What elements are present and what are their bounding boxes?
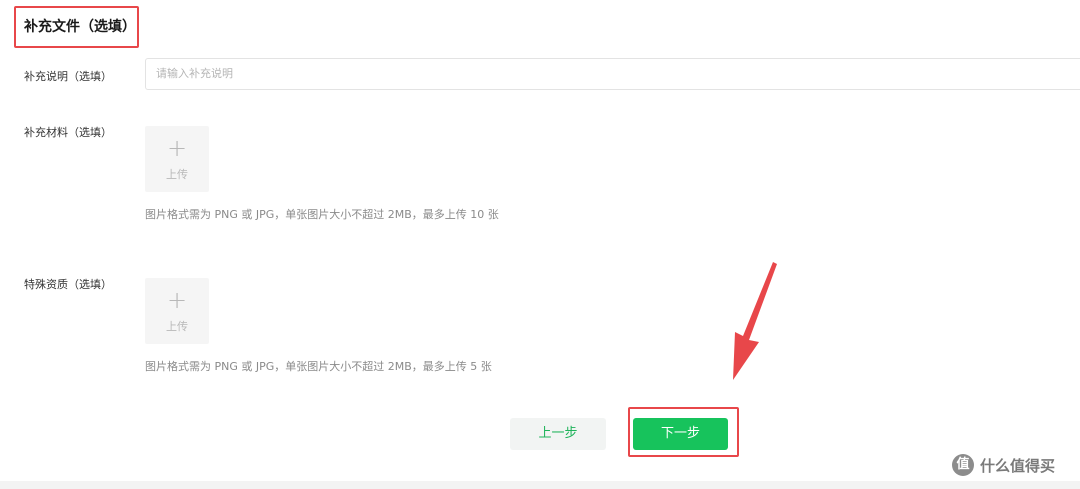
watermark-text: 什么值得买 [980,456,1056,475]
materials-label: 补充材料（选填） [24,126,112,139]
next-step-button[interactable]: 下一步 [633,418,728,450]
plus-icon: + [166,286,188,314]
plus-icon: + [166,134,188,162]
section-title: 补充文件（选填） [24,19,136,35]
prev-step-button[interactable]: 上一步 [510,418,606,450]
description-label: 补充说明（选填） [24,70,112,83]
qualifications-label: 特殊资质（选填） [24,278,112,291]
annotation-arrow-icon [733,262,777,380]
qualifications-hint: 图片格式需为 PNG 或 JPG，单张图片大小不超过 2MB，最多上传 5 张 [145,360,492,373]
description-placeholder: 请输入补充说明 [156,67,233,80]
qualifications-upload-button[interactable]: + 上传 [145,278,209,344]
upload-label: 上传 [166,320,188,333]
bottom-divider [0,481,1080,489]
watermark: 值 什么值得买 [952,454,1055,476]
brand-logo-icon: 值 [952,454,974,476]
upload-label: 上传 [166,168,188,181]
materials-upload-button[interactable]: + 上传 [145,126,209,192]
description-input[interactable]: 请输入补充说明 [145,58,1080,90]
materials-hint: 图片格式需为 PNG 或 JPG，单张图片大小不超过 2MB，最多上传 10 张 [145,208,499,221]
